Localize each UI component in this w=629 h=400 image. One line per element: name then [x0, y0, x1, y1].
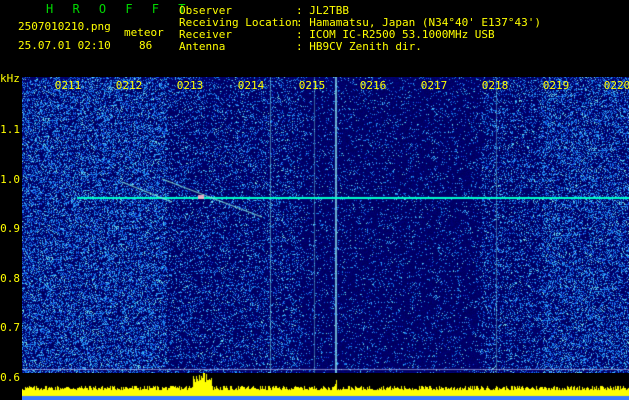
freq-tick-label: 0.8 [0, 271, 20, 285]
time-tick-label: 0215 [298, 79, 326, 92]
time-tick-label: 0213 [176, 79, 204, 92]
signal-level-strip [22, 373, 629, 400]
meteor-label: meteor [124, 26, 164, 39]
time-tick-label: 0219 [542, 79, 570, 92]
freq-tick-label: 1.0 [0, 172, 20, 186]
time-tick-label: 0212 [115, 79, 143, 92]
freq-unit-label: kHz [0, 72, 20, 85]
time-tick-label: 0214 [237, 79, 265, 92]
freq-tick-label: 0.7 [0, 321, 20, 335]
time-tick-label: 0216 [359, 79, 387, 92]
app-title: H R O F F T [46, 2, 192, 16]
antenna-label: Antenna [179, 40, 226, 53]
freq-tick-label: 0.6 [0, 371, 20, 384]
meteor-count: 86 [139, 39, 153, 52]
time-tick-label: 0211 [54, 79, 82, 92]
time-tick-label: 0220 [603, 79, 629, 92]
time-tick-label: 0218 [481, 79, 509, 92]
time-tick-label: 0217 [420, 79, 448, 92]
file-name: 2507010210.png [18, 20, 111, 33]
date-time: 25.07.01 02:10 [18, 39, 111, 52]
freq-tick-label: 1.1 [0, 123, 20, 136]
antenna-value: : HB9CV Zenith dir. [296, 40, 422, 53]
freq-tick-label: 0.9 [0, 222, 20, 236]
spectrogram-waterfall [22, 77, 629, 373]
